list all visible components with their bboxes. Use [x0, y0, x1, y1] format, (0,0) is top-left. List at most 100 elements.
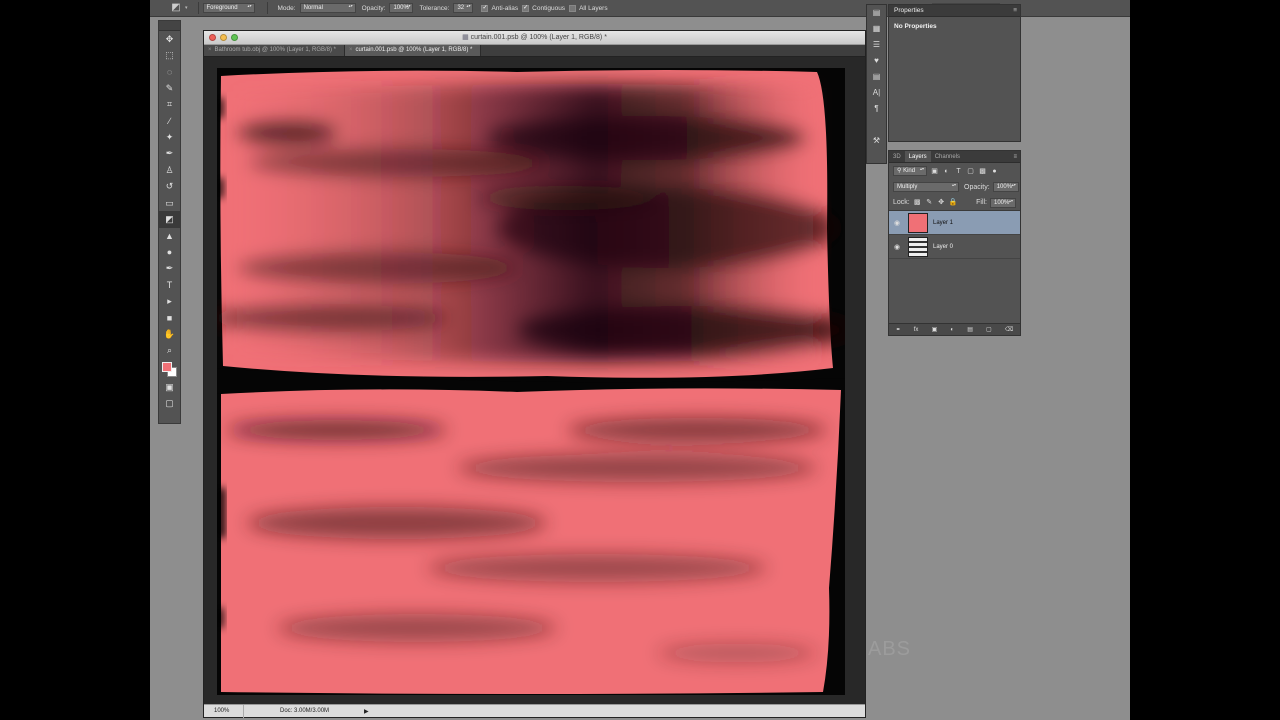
link-layers-icon[interactable]: ⚭ [896, 326, 901, 333]
lock-transparent-icon[interactable]: ▩ [913, 198, 922, 207]
canvas-area[interactable] [204, 58, 865, 705]
move-tool-icon[interactable]: ✥ [159, 31, 180, 47]
filter-adjustment-icon[interactable]: ◐ [942, 167, 951, 176]
status-menu-arrow-icon[interactable]: ▶ [364, 708, 369, 715]
lock-position-icon[interactable]: ✥ [937, 198, 946, 207]
filter-shape-icon[interactable]: ▢ [966, 167, 975, 176]
doc-size: Doc: 3.00M/3.00M [280, 708, 330, 714]
document-tabs: × Bathroom tub.obj @ 100% (Layer 1, RGB/8… [204, 45, 865, 57]
info-panel-icon[interactable]: ▤ [867, 69, 886, 85]
close-tab-icon[interactable]: × [349, 47, 353, 53]
divider [266, 2, 268, 14]
anti-alias-checkbox[interactable]: ✓ [481, 4, 489, 12]
mode-dropdown[interactable]: Normal [299, 3, 356, 13]
dodge-tool-icon[interactable]: ● [159, 244, 180, 260]
hand-tool-icon[interactable]: ✋ [159, 326, 180, 342]
tool-list: ✥ ⬚ ◌ ✎ ⌗ ∕ ✦ ✒ ♙ ↺ ▭ ◩ ▲ ● ✒ T ▸ ■ ✋ ⌕ [159, 31, 180, 359]
quick-select-tool-icon[interactable]: ✎ [159, 80, 180, 96]
lock-pixels-icon[interactable]: ✎ [925, 198, 934, 207]
clone-stamp-tool-icon[interactable]: ♙ [159, 162, 180, 178]
zoom-tool-icon[interactable]: ⌕ [159, 342, 180, 358]
filter-smart-object-icon[interactable]: ▩ [978, 167, 987, 176]
brush-tool-icon[interactable]: ✒ [159, 146, 180, 162]
lock-all-icon[interactable]: 🔒 [949, 198, 958, 207]
tab-layers[interactable]: Layers [904, 151, 931, 162]
type-tool-icon[interactable]: T [159, 277, 180, 293]
character-panel-icon[interactable]: A| [867, 85, 886, 101]
add-mask-icon[interactable]: ▣ [932, 326, 938, 333]
foreground-color-swatch[interactable] [162, 361, 172, 372]
pen-tool-icon[interactable]: ✒ [159, 260, 180, 276]
panel-menu-icon[interactable]: ≡ [1013, 151, 1017, 163]
tools-panel-grip[interactable] [159, 21, 180, 31]
opacity-field[interactable]: 100% [389, 3, 414, 13]
quick-mask-icon[interactable]: ▣ [159, 379, 180, 395]
document-titlebar[interactable]: ▦ curtain.001.psb @ 100% (Layer 1, RGB/8… [204, 31, 865, 45]
screen-mode-icon[interactable]: ▢ [159, 395, 180, 411]
tolerance-field[interactable]: 32 [453, 3, 474, 13]
marquee-tool-icon[interactable]: ⬚ [159, 47, 180, 63]
layer-row-layer-1[interactable]: ◉ Layer 1 [889, 211, 1020, 235]
adjustments-panel-icon[interactable]: ☰ [867, 37, 886, 53]
search-icon: ⚲ [897, 168, 902, 174]
tools-panel: ✥ ⬚ ◌ ✎ ⌗ ∕ ✦ ✒ ♙ ↺ ▭ ◩ ▲ ● ✒ T ▸ ■ ✋ ⌕ ▣ ▢ [158, 20, 181, 424]
actions-panel-icon[interactable]: ▦ [867, 21, 886, 37]
watermark-text: ABS [868, 638, 912, 660]
new-group-icon[interactable]: ▤ [967, 326, 973, 333]
contiguous-checkbox[interactable]: ✓ [522, 4, 530, 12]
layer-filter-row: ⚲ Kind ▣ ◐ T ▢ ▩ ● [889, 163, 1020, 179]
filter-kind-text: Kind [903, 168, 916, 174]
new-layer-icon[interactable]: ▢ [986, 326, 992, 333]
adjustment-layer-icon[interactable]: ◐ [950, 327, 954, 333]
delete-layer-icon[interactable]: ⌫ [1005, 326, 1013, 333]
tab-channels[interactable]: Channels [931, 151, 964, 162]
blur-tool-icon[interactable]: ▲ [159, 228, 180, 244]
preset-dropdown-arrow-icon[interactable]: ▾ [185, 5, 188, 11]
history-brush-tool-icon[interactable]: ↺ [159, 179, 180, 195]
tab-3d[interactable]: 3D [889, 151, 905, 162]
properties-title: Properties [894, 7, 924, 14]
contiguous-label: Contiguous [532, 4, 566, 12]
blend-mode-dropdown[interactable]: Multiply [893, 182, 959, 192]
document-title: ▦ curtain.001.psb @ 100% (Layer 1, RGB/8… [204, 33, 865, 41]
panel-menu-icon[interactable]: ≡ [1013, 5, 1017, 17]
fill-field[interactable]: 100% [990, 197, 1016, 208]
tab-curtain[interactable]: × curtain.001.psb @ 100% (Layer 1, RGB/8)… [345, 45, 482, 56]
layer-style-icon[interactable]: fx [914, 327, 919, 333]
eyedropper-tool-icon[interactable]: ∕ [159, 113, 180, 129]
status-bar: 100% Doc: 3.00M/3.00M ▶ [204, 704, 865, 718]
visibility-eye-icon[interactable]: ◉ [889, 219, 905, 227]
close-tab-icon[interactable]: × [208, 47, 212, 53]
shape-tool-icon[interactable]: ■ [159, 310, 180, 326]
all-layers-checkbox[interactable] [569, 4, 577, 12]
visibility-eye-icon[interactable]: ◉ [889, 243, 905, 251]
tab-bathroom-tub[interactable]: × Bathroom tub.obj @ 100% (Layer 1, RGB/8… [204, 45, 345, 56]
filter-type-icon[interactable]: T [954, 167, 963, 176]
layer-row-layer-0[interactable]: ◉ Layer 0 [889, 235, 1020, 259]
healing-brush-tool-icon[interactable]: ✦ [159, 129, 180, 145]
filter-toggle-icon[interactable]: ● [990, 167, 999, 176]
tab-label: Bathroom tub.obj @ 100% (Layer 1, RGB/8)… [214, 47, 336, 53]
path-select-tool-icon[interactable]: ▸ [159, 293, 180, 309]
filter-kind-dropdown[interactable]: ⚲ Kind [893, 166, 927, 176]
paint-bucket-preset-icon[interactable]: ◩ [167, 1, 185, 15]
paint-bucket-tool-icon[interactable]: ◩ [159, 211, 180, 228]
lock-label: Lock: [893, 199, 910, 206]
filter-pixel-icon[interactable]: ▣ [930, 167, 939, 176]
layer-opacity-field[interactable]: 100% [992, 182, 1019, 192]
properties-header[interactable]: Properties ≡ [889, 5, 1020, 17]
brush-presets-panel-icon[interactable]: ♥ [867, 53, 886, 69]
document-title-text: curtain.001.psb @ 100% (Layer 1, RGB/8) … [470, 34, 607, 41]
eraser-tool-icon[interactable]: ▭ [159, 195, 180, 211]
crop-tool-icon[interactable]: ⌗ [159, 97, 180, 113]
bottom-curtain-panel [221, 388, 841, 694]
fill-source-dropdown[interactable]: Foreground [202, 3, 255, 13]
paragraph-panel-icon[interactable]: ¶ [867, 101, 886, 117]
blend-row: Multiply Opacity: 100% [889, 179, 1020, 195]
curtain-texture-canvas[interactable] [217, 68, 845, 695]
zoom-level[interactable]: 100% [204, 704, 244, 718]
opacity-label: Opacity: [361, 4, 386, 12]
tool-presets-panel-icon[interactable]: ⚒ [867, 133, 886, 149]
lasso-tool-icon[interactable]: ◌ [159, 64, 180, 80]
history-panel-icon[interactable]: ▤ [867, 5, 886, 21]
